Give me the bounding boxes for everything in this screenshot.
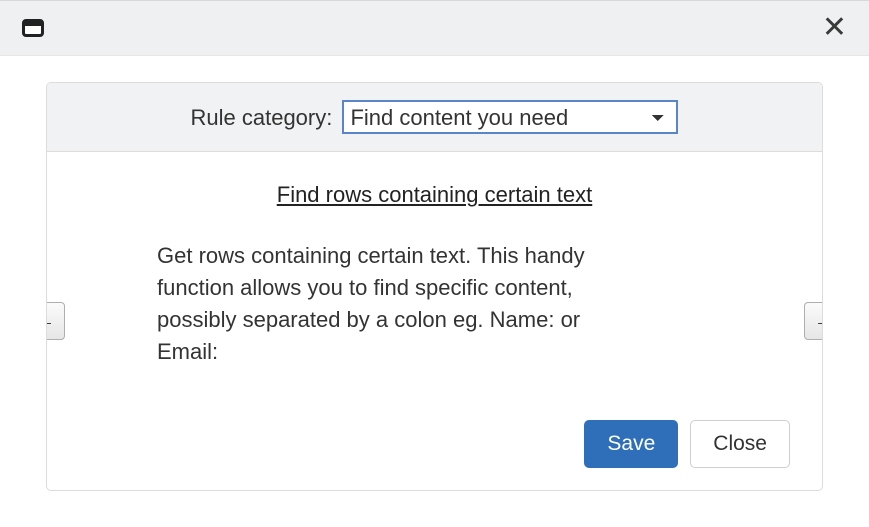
arrow-left-icon: ← xyxy=(46,310,55,333)
rule-title-link[interactable]: Find rows containing certain text xyxy=(79,182,790,208)
rule-panel: Rule category: Find content you need ← →… xyxy=(46,82,823,491)
titlebar: ✕ xyxy=(0,0,869,56)
rule-category-select[interactable]: Find content you need xyxy=(342,100,678,134)
panel-header: Rule category: Find content you need xyxy=(47,83,822,152)
panel-container: Rule category: Find content you need ← →… xyxy=(0,56,869,491)
close-button[interactable]: Close xyxy=(690,420,790,468)
rule-description: Get rows containing certain text. This h… xyxy=(157,240,617,368)
button-row: Save Close xyxy=(584,420,790,468)
category-label: Rule category: xyxy=(191,105,333,130)
panel-body: ← → Find rows containing certain text Ge… xyxy=(47,152,822,490)
window-icon xyxy=(22,19,44,37)
arrow-right-icon: → xyxy=(814,310,823,333)
next-rule-button[interactable]: → xyxy=(804,302,823,340)
prev-rule-button[interactable]: ← xyxy=(46,302,65,340)
save-button[interactable]: Save xyxy=(584,420,678,468)
close-icon[interactable]: ✕ xyxy=(818,9,851,47)
